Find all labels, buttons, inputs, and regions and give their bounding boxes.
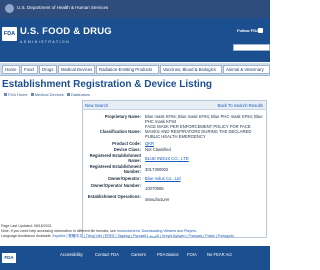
reg-establishment-number-value: 3017390902 <box>145 167 169 172</box>
viewer-instructions-link[interactable]: Instructions for Downloading Viewers and… <box>117 229 197 233</box>
breadcrumb: FDA Home Medical Devices Databases <box>2 92 90 97</box>
social-icon[interactable] <box>258 28 263 33</box>
breadcrumb-icon <box>66 93 70 97</box>
footer-link-careers[interactable]: Careers <box>131 252 146 257</box>
main-nav: Home Food Drugs Medical Devices Radiatio… <box>0 62 270 76</box>
hhs-bar: U.S. Department of Health & Human Servic… <box>0 0 270 18</box>
nav-medical-devices[interactable]: Medical Devices <box>58 65 95 74</box>
footer-fda-logo[interactable]: FDA <box>2 253 16 263</box>
classification-name-value: FACE MASK PER ENFORCEMENT POLICY FOR FAC… <box>145 124 252 139</box>
language-assistance: Language Assistance Available: Español |… <box>1 234 234 239</box>
site-header: FDA U.S. FOOD & DRUG ADMINISTRATION Foll… <box>0 18 270 62</box>
proprietary-name-label: Proprietary Name: <box>104 114 141 119</box>
hhs-link[interactable]: U.S. Department of Health & Human Servic… <box>17 5 108 10</box>
page-last-updated: Page Last Updated: 08/18/2021 <box>1 224 52 228</box>
reg-establishment-name-link[interactable]: BLUE INDUS CO., LTD <box>145 156 265 161</box>
site-subtitle: ADMINISTRATION <box>20 40 71 44</box>
page-title: Establishment Registration & Device List… <box>2 79 213 90</box>
footer-link-basics[interactable]: FDA Basics <box>157 252 179 257</box>
breadcrumb-databases[interactable]: Databases <box>71 92 90 97</box>
breadcrumb-medical-devices[interactable]: Medical Devices <box>35 92 64 97</box>
language-links[interactable]: Español | 繁體中文 | Tiếng Việt | 한국어 | Taga… <box>52 234 234 238</box>
proprietary-name-value: Blue mask KF94; Blue mask KF94; Blue PHC… <box>145 114 263 124</box>
nav-vaccines[interactable]: Vaccines, Blood & Biologics <box>160 65 222 74</box>
footer-link-no-fear[interactable]: No FEAR Act <box>207 252 232 257</box>
classification-name-label: Classification Name: <box>99 129 141 134</box>
owner-operator-link[interactable]: Blue Indus Co., Ltd <box>145 176 265 181</box>
product-code-label: Product Code: <box>112 141 141 146</box>
nav-home[interactable]: Home <box>2 65 20 74</box>
site-footer: FDA Accessibility Contact FDA Careers FD… <box>0 246 270 270</box>
site-title[interactable]: U.S. FOOD & DRUG <box>20 26 112 37</box>
breadcrumb-icon <box>4 93 7 97</box>
owner-operator-number-label: Owner/Operator Number: <box>90 183 141 188</box>
hhs-eagle-icon <box>5 4 14 13</box>
reg-establishment-number-label: Registered Establishment Number: <box>89 164 141 174</box>
viewer-note-text: Note: If you need help accessing informa… <box>1 229 117 233</box>
nav-drugs[interactable]: Drugs <box>39 65 57 74</box>
breadcrumb-fda-home[interactable]: FDA Home <box>8 92 28 97</box>
product-code-link[interactable]: QKR <box>145 141 265 146</box>
footer-link-accessibility[interactable]: Accessibility <box>60 252 83 257</box>
panel-header: New Search Back To Search Results <box>83 101 266 110</box>
footer-link-contact[interactable]: Contact FDA <box>95 252 119 257</box>
nav-food[interactable]: Food <box>21 65 38 74</box>
nav-radiation-products[interactable]: Radiation-Emitting Products <box>96 65 159 74</box>
establishment-operations-label: Establishment Operations: <box>87 194 141 199</box>
reg-establishment-name-label: Registered Establishment Name: <box>89 153 141 163</box>
device-class-label: Device Class: <box>113 147 141 152</box>
device-class-value: Not Classified <box>145 147 171 152</box>
language-assistance-label: Language Assistance Available: <box>1 234 53 238</box>
new-search-link[interactable]: New Search <box>85 103 108 108</box>
establishment-operations-value: Manufacturer <box>145 197 170 202</box>
breadcrumb-icon <box>30 93 34 97</box>
owner-operator-number-value: 10070965 <box>145 186 164 191</box>
owner-operator-label: Owner/Operator: <box>107 176 141 181</box>
back-to-results-link[interactable]: Back To Search Results <box>217 103 263 108</box>
follow-fda-link[interactable]: Follow FDA <box>237 28 259 33</box>
site-search-input[interactable] <box>233 44 270 51</box>
record-panel: New Search Back To Search Results Propri… <box>82 100 267 238</box>
viewer-note: Note: If you need help accessing informa… <box>1 229 197 233</box>
nav-animal-veterinary[interactable]: Animal & Veterinary <box>223 65 270 74</box>
footer-link-foia[interactable]: FOIA <box>187 252 197 257</box>
fda-logo[interactable]: FDA <box>2 27 17 41</box>
